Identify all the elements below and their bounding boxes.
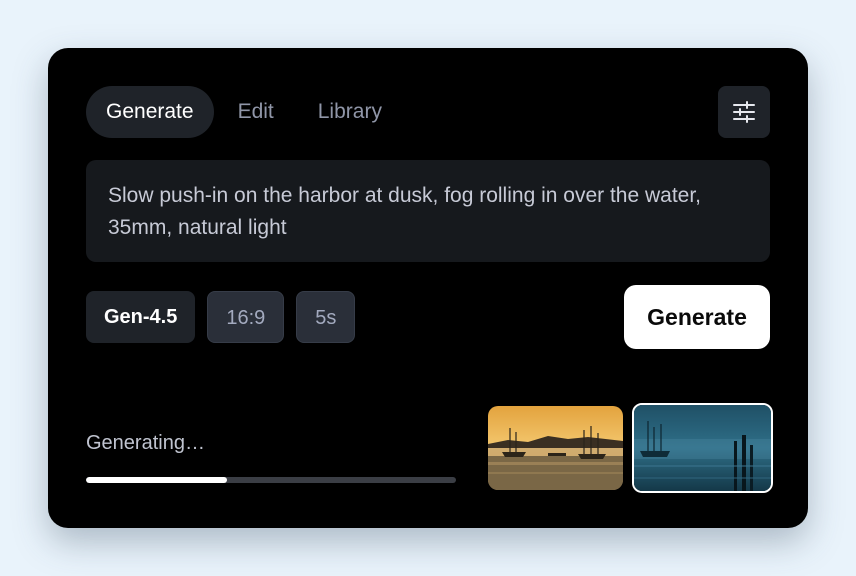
tab-library[interactable]: Library xyxy=(298,86,402,138)
settings-button[interactable] xyxy=(718,86,770,138)
prompt-input[interactable]: Slow push-in on the harbor at dusk, fog … xyxy=(86,160,770,262)
model-selector[interactable]: Gen-4.5 xyxy=(86,291,196,343)
duration-selector[interactable]: 5s xyxy=(296,291,356,343)
option-chips: Gen-4.5 16:9 5s xyxy=(86,291,367,343)
generator-panel: Generate Edit Library Slow push-in on th… xyxy=(48,48,808,528)
progress-fill xyxy=(86,477,227,483)
generate-button[interactable]: Generate xyxy=(624,285,770,349)
status-text: Generating… xyxy=(86,432,205,454)
tab-edit[interactable]: Edit xyxy=(218,86,294,138)
tab-generate[interactable]: Generate xyxy=(86,86,214,138)
aspect-ratio-selector[interactable]: 16:9 xyxy=(207,291,285,343)
mode-tabs: Generate Edit Library xyxy=(86,86,406,138)
sliders-icon xyxy=(733,101,755,123)
thumbnail-harbor-sunset[interactable] xyxy=(488,406,623,490)
progress-bar xyxy=(86,477,456,483)
thumbnail-harbor-fog[interactable] xyxy=(632,403,773,493)
